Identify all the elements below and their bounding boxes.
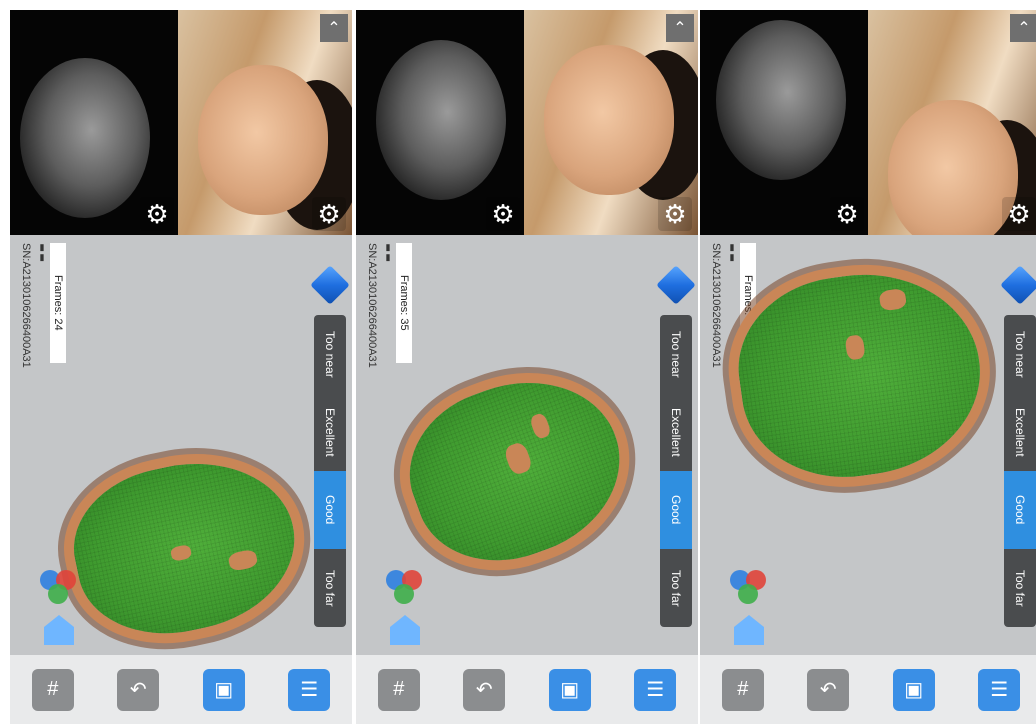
- quality-excellent: Excellent: [323, 407, 337, 457]
- signal-icon: ▮▮: [384, 243, 394, 263]
- distance-quality-bar: Too near Excellent Good Too far: [314, 315, 346, 627]
- chevron-up-icon[interactable]: ⌃: [1010, 14, 1036, 42]
- grid-icon[interactable]: #: [31, 668, 74, 711]
- scan-icon[interactable]: ▣: [892, 668, 935, 711]
- bottom-toolbar: # ↶ ▣ ☰: [700, 655, 1036, 724]
- grid-icon[interactable]: #: [721, 668, 764, 711]
- mesh-scar: [878, 287, 908, 312]
- home-icon[interactable]: [390, 615, 420, 645]
- scan-viewport[interactable]: SN:A2130106266400A31 ▮▮ Frames: 35 Too n…: [356, 235, 698, 655]
- quality-good: Good: [660, 471, 692, 549]
- menu-icon[interactable]: ☰: [634, 668, 677, 711]
- mesh-scar: [528, 411, 553, 441]
- ir-face-image: [20, 58, 150, 218]
- frames-counter: Frames: 24: [50, 243, 66, 363]
- ir-camera-preview: ⚙: [700, 10, 868, 235]
- ir-camera-preview: ⚙: [10, 10, 178, 235]
- cube-icon[interactable]: [310, 265, 350, 305]
- undo-icon[interactable]: ↶: [117, 668, 160, 711]
- distance-quality-bar: Too near Excellent Good Too far: [1004, 315, 1036, 627]
- undo-icon[interactable]: ↶: [807, 668, 850, 711]
- quality-too-far: Too far: [669, 569, 683, 607]
- gear-icon[interactable]: ⚙: [140, 197, 174, 231]
- gear-icon[interactable]: ⚙: [312, 197, 346, 231]
- cube-icon[interactable]: [1000, 265, 1036, 305]
- rgb-camera-preview: ⌃ ⚙: [178, 10, 352, 235]
- home-icon[interactable]: [44, 615, 74, 645]
- ir-camera-preview: ⚙: [356, 10, 524, 235]
- rgb-camera-preview: ⌃ ⚙: [524, 10, 698, 235]
- frames-counter: Frames: 35: [396, 243, 412, 363]
- serial-number-label: SN:A2130106266400A31: [710, 243, 722, 368]
- ir-face-image: [716, 20, 846, 180]
- rgb-face-image: [888, 100, 1018, 235]
- distance-quality-bar: Too near Excellent Good Too far: [660, 315, 692, 627]
- bottom-toolbar: # ↶ ▣ ☰: [356, 655, 698, 724]
- camera-preview-strip: ⚙ ⌃ ⚙: [356, 10, 698, 235]
- mesh-scar: [502, 440, 534, 477]
- ir-face-image: [376, 40, 506, 200]
- mesh-scar: [227, 548, 259, 572]
- camera-preview-strip: ⚙ ⌃ ⚙: [10, 10, 352, 235]
- home-icon[interactable]: [734, 615, 764, 645]
- rgb-face-image: [198, 65, 328, 215]
- chevron-up-icon[interactable]: ⌃: [666, 14, 694, 42]
- quality-too-near: Too near: [1013, 330, 1027, 378]
- chevron-up-icon[interactable]: ⌃: [320, 14, 348, 42]
- quality-too-far: Too far: [323, 569, 337, 607]
- rgb-circles-icon[interactable]: [730, 570, 770, 610]
- signal-icon: ▮▮: [38, 243, 48, 263]
- rgb-circles-icon[interactable]: [386, 570, 426, 610]
- quality-excellent: Excellent: [669, 407, 683, 457]
- scan-icon[interactable]: ▣: [548, 668, 591, 711]
- scanner-panel-1: ⚙ ⌃ ⚙ SN:A2130106266400A31 ▮▮ Frames: 24…: [10, 10, 352, 724]
- menu-icon[interactable]: ☰: [978, 668, 1021, 711]
- grid-icon[interactable]: #: [377, 668, 420, 711]
- scanned-mesh[interactable]: [60, 443, 310, 652]
- quality-good: Good: [1004, 471, 1036, 549]
- mesh-scar: [844, 334, 866, 361]
- gear-icon[interactable]: ⚙: [658, 197, 692, 231]
- scanned-mesh[interactable]: [388, 354, 644, 586]
- rgb-camera-preview: ⌃ ⚙: [868, 10, 1036, 235]
- gear-icon[interactable]: ⚙: [830, 197, 864, 231]
- quality-excellent: Excellent: [1013, 407, 1027, 457]
- serial-number-label: SN:A2130106266400A31: [20, 243, 32, 368]
- gear-icon[interactable]: ⚙: [1002, 197, 1036, 231]
- bottom-toolbar: # ↶ ▣ ☰: [10, 655, 352, 724]
- signal-icon: ▮▮: [728, 243, 738, 263]
- scan-viewport[interactable]: SN:A2130106266400A31 ▮▮ Frames: 81 Too n…: [700, 235, 1036, 655]
- scanned-mesh[interactable]: [727, 259, 993, 491]
- undo-icon[interactable]: ↶: [463, 668, 506, 711]
- cube-icon[interactable]: [656, 265, 696, 305]
- scan-viewport[interactable]: SN:A2130106266400A31 ▮▮ Frames: 24 Too n…: [10, 235, 352, 655]
- quality-too-near: Too near: [669, 330, 683, 378]
- quality-too-far: Too far: [1013, 569, 1027, 607]
- serial-number-label: SN:A2130106266400A31: [366, 243, 378, 368]
- scanner-panel-2: ⚙ ⌃ ⚙ SN:A2130106266400A31 ▮▮ Frames: 35…: [356, 10, 698, 724]
- scanner-panel-3: ⚙ ⌃ ⚙ SN:A2130106266400A31 ▮▮ Frames: 81…: [700, 10, 1036, 724]
- rgb-face-image: [544, 45, 674, 195]
- camera-preview-strip: ⚙ ⌃ ⚙: [700, 10, 1036, 235]
- menu-icon[interactable]: ☰: [288, 668, 331, 711]
- gear-icon[interactable]: ⚙: [486, 197, 520, 231]
- quality-good: Good: [314, 471, 346, 549]
- scan-icon[interactable]: ▣: [202, 668, 245, 711]
- quality-too-near: Too near: [323, 330, 337, 378]
- rgb-circles-icon[interactable]: [40, 570, 80, 610]
- mesh-scar: [169, 544, 193, 562]
